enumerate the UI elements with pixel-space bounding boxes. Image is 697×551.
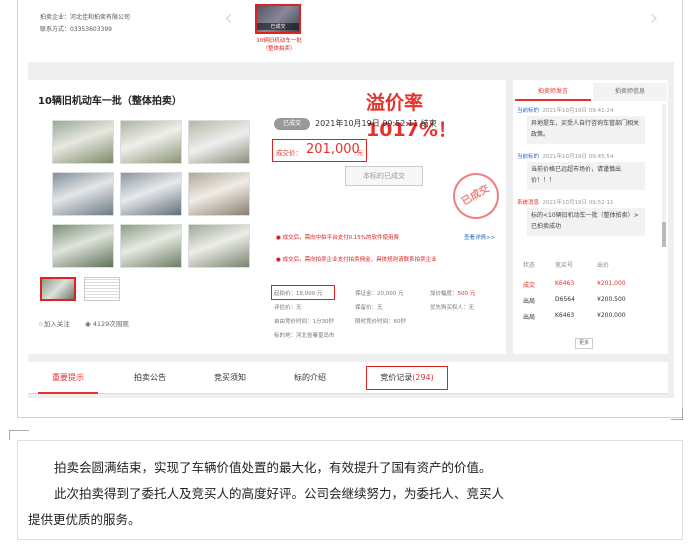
scrollbar-thumb[interactable]: [662, 222, 666, 247]
seller-strip: 拍卖企业：河北佳和拍卖有限公司 联系方式：03353603399 ‹ 已成交 1…: [28, 0, 674, 62]
follow-button[interactable]: ☆加入关注: [38, 318, 70, 328]
tab-auctioneer-info[interactable]: 拍卖师信息: [593, 83, 667, 101]
lot-title: 10辆旧机动车一批（整体拍卖）: [38, 96, 182, 107]
final-price-box: 成交价： 201,000 元: [272, 139, 367, 162]
vehicle-photo[interactable]: [120, 224, 182, 268]
article-paragraph-continuation: 提供更优质的服务。: [28, 512, 141, 527]
fee-notice: ● 成交后，需向中拍平台支付0.15%的软件使用费: [276, 235, 400, 241]
column-header: 竞买号: [555, 262, 574, 269]
priority-buyer: 优先购买权人：无: [430, 305, 475, 311]
message-scrollbar[interactable]: [662, 104, 666, 247]
bid-records-label: 竞价记录: [380, 373, 413, 382]
article-text-box: 拍卖会圆满结束，实现了车辆价值处置的最大化，有效提升了国有资产的价值。 此次拍卖…: [17, 440, 683, 540]
free-bidding-time: 自由竞价时间：1分30秒: [274, 319, 334, 325]
tab-bid-records[interactable]: 竞价记录(294): [366, 366, 448, 390]
table-row: 出局 D6564 ¥200,500: [523, 296, 626, 305]
photo-gallery: [52, 120, 260, 268]
commission-notice: ● 成交后，需向拍卖企业支付拍卖佣金，具体规则请联系拍卖企业: [276, 257, 437, 263]
next-arrow-icon[interactable]: ›: [650, 6, 659, 31]
article-paragraph: 此次拍卖得到了委托人及竞买人的高度好评。公司会继续努力，为委托人、竞买人: [54, 486, 505, 501]
gallery-thumbnail[interactable]: [40, 277, 76, 301]
message-bubble: 异地提车，买受人自行咨询车管部门相关政策。: [527, 116, 645, 144]
seller-company: 拍卖企业：河北佳和拍卖有限公司: [40, 14, 131, 21]
vehicle-photo[interactable]: [188, 172, 250, 216]
prev-arrow-icon[interactable]: ‹: [224, 6, 233, 31]
notice-details-link[interactable]: 查看详情>>: [464, 233, 495, 241]
tab-auction-announcement[interactable]: 拍卖公告: [120, 362, 180, 394]
bid-increment-value: 500 元: [457, 291, 476, 297]
column-header: 状态: [523, 262, 536, 269]
bid-increment: 加价幅度：500 元: [430, 291, 476, 297]
vehicle-photo[interactable]: [52, 224, 114, 268]
column-header: 出价: [597, 262, 610, 269]
prev-lot-caption-line1: 10辆旧机动车一批: [256, 38, 302, 44]
final-price-unit: 元: [357, 150, 364, 157]
vehicle-photo[interactable]: [188, 224, 250, 268]
lot-sold-button[interactable]: 本标的已成交: [345, 166, 423, 186]
message-header: 当前标的 2021年10月19日 09:45:54: [517, 154, 614, 160]
page: 拍卖企业：河北佳和拍卖有限公司 联系方式：03353603399 ‹ 已成交 1…: [0, 0, 697, 551]
bid-records-count: (294): [412, 373, 434, 382]
timed-bidding-time: 限时竞价时间：60秒: [355, 319, 406, 325]
eye-icon: ◉: [85, 320, 93, 328]
table-header: 状态 竞买号 出价: [517, 257, 662, 271]
lot-card: 10辆旧机动车一批（整体拍卖） 溢价率1017%！ ☆加入关注 ◉ 4129次围…: [28, 80, 508, 354]
tab-auctioneer-speech[interactable]: 拍卖师发言: [515, 83, 591, 101]
vehicle-photo[interactable]: [52, 120, 114, 164]
crop-mark: [671, 408, 683, 420]
gallery-thumbnail[interactable]: [84, 277, 120, 301]
prev-lot-thumbnail[interactable]: 已成交: [255, 4, 301, 34]
premium-rate: 溢价率1017%！: [366, 92, 457, 141]
prev-lot-caption[interactable]: 10辆旧机动车一批 （整体拍卖）: [248, 37, 310, 53]
start-price: 起拍价：18,000 元: [274, 291, 323, 297]
detail-tabs: 重要提示 拍卖公告 竞买须知 标的介绍 竞价记录(294): [28, 362, 668, 394]
table-row: 成交 K6463 ¥201,000: [523, 280, 626, 289]
auctioneer-panel: 拍卖师发言 拍卖师信息 当前标的 2021年10月19日 09:41:24 异地…: [513, 80, 668, 354]
message-header: 系统消息 2021年10月19日 09:52:11: [517, 200, 614, 206]
seller-contact: 联系方式：03353603399: [40, 26, 112, 33]
appraisal-price: 评估价：无: [274, 305, 302, 311]
prev-lot-caption-line2: （整体拍卖）: [262, 46, 296, 52]
message-bubble: 当前价格已远超市场价，请谨慎出价！！！: [527, 162, 645, 190]
lot-location: 标的地：河北省秦皇岛市: [274, 333, 335, 339]
message-bubble: 标的<10辆旧机动车一批（整体拍卖）>已拍卖成功: [527, 208, 645, 236]
crop-mark: [9, 430, 29, 440]
deposit: 保证金：20,000 元: [355, 291, 404, 297]
final-price-label: 成交价：: [276, 149, 302, 157]
prev-lot-thumb-label: 已成交: [257, 23, 299, 30]
vehicle-photo[interactable]: [52, 172, 114, 216]
view-count: ◉ 4129次围观: [85, 320, 129, 328]
status-badge: 已成交: [274, 118, 310, 130]
tab-lot-intro[interactable]: 标的介绍: [280, 362, 340, 394]
sold-stamp: 已成交: [444, 164, 508, 228]
final-price-value: 201,000: [306, 142, 360, 157]
message-header: 当前标的 2021年10月19日 09:41:24: [517, 108, 614, 114]
vehicle-photo[interactable]: [188, 120, 250, 164]
table-row: 出局 K6463 ¥200,000: [523, 312, 626, 321]
message-list: 当前标的 2021年10月19日 09:41:24 异地提车，买受人自行咨询车管…: [517, 104, 660, 247]
deal-end-time: 2021年10月19日 09:52:11 结束: [315, 119, 437, 128]
reserve-price: 保留价：无: [355, 305, 383, 311]
vehicle-photo[interactable]: [120, 172, 182, 216]
more-bids-button[interactable]: 更多: [575, 338, 593, 349]
article-paragraph: 拍卖会圆满结束，实现了车辆价值处置的最大化，有效提升了国有资产的价值。: [54, 460, 492, 475]
vehicle-photo[interactable]: [120, 120, 182, 164]
tab-bidder-rules[interactable]: 竞买须知: [200, 362, 260, 394]
tab-important-notice[interactable]: 重要提示: [38, 362, 98, 394]
